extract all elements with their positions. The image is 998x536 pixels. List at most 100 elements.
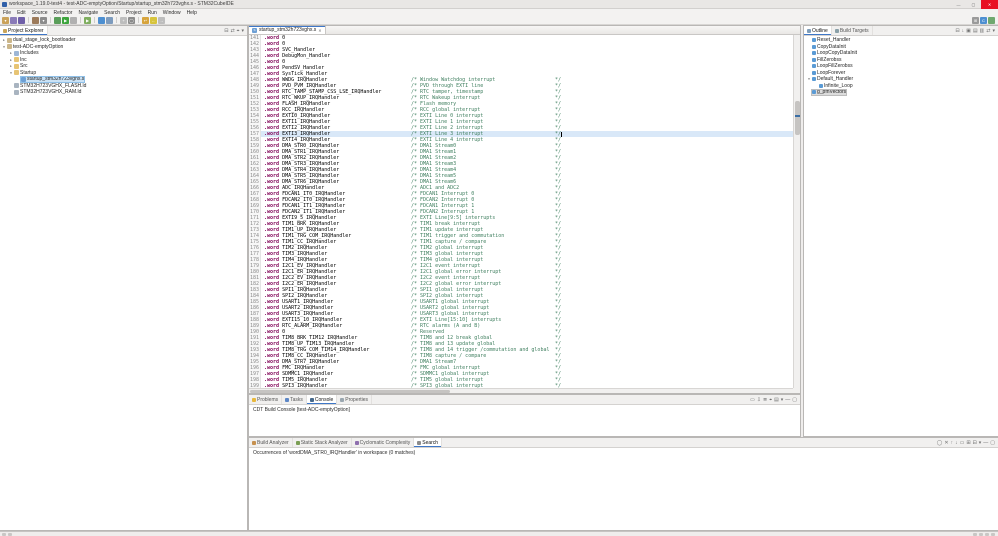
toolbar-perspectives: ⊞ C bbox=[972, 16, 998, 24]
menu-help[interactable]: Help bbox=[184, 10, 200, 16]
remove-matches-icon[interactable]: ▭ bbox=[959, 438, 966, 448]
maximize-button[interactable]: ▢ bbox=[966, 0, 981, 9]
device-configuration-tool-icon[interactable] bbox=[98, 16, 105, 24]
minimize-button[interactable]: — bbox=[951, 0, 966, 9]
menu-window[interactable]: Window bbox=[160, 10, 184, 16]
build-icon[interactable] bbox=[32, 16, 39, 24]
editor-vertical-scrollbar[interactable] bbox=[793, 35, 800, 388]
analyzer-toolbar: ◯ ✕ ↑ ↓ ▭ ⊞ ⊟ ▾ — ▢ bbox=[936, 438, 998, 447]
background-jobs-icon[interactable] bbox=[985, 532, 989, 536]
run-search-again-icon[interactable]: ◯ bbox=[936, 438, 944, 448]
menu-source[interactable]: Source bbox=[29, 10, 51, 16]
tab-outline[interactable]: Outline bbox=[804, 26, 832, 35]
run-icon[interactable]: ▶ bbox=[62, 16, 69, 24]
hide-non-public-members-icon[interactable]: ▥ bbox=[979, 26, 986, 36]
status-bar-right bbox=[973, 532, 998, 536]
tab-search[interactable]: Search bbox=[414, 438, 443, 447]
last-edit-location-icon[interactable]: ↩ bbox=[142, 16, 149, 24]
view-menu-icon[interactable]: ▾ bbox=[991, 26, 996, 36]
tab-console[interactable]: Console bbox=[306, 395, 338, 404]
tab-label: Static Stack Analyzer bbox=[300, 439, 348, 446]
editor-tab[interactable]: S startup_stm32h723vghx.s ✕ bbox=[249, 26, 326, 34]
save-all-icon[interactable] bbox=[18, 16, 25, 24]
forward-icon[interactable]: → bbox=[158, 16, 165, 24]
tab-static-stack-analyzer[interactable]: Static Stack Analyzer bbox=[293, 438, 352, 447]
project-icon bbox=[7, 37, 12, 43]
open-perspective-icon[interactable]: ⊞ bbox=[972, 16, 979, 24]
console-output[interactable]: CDT Build Console [test-ADC-emptyOption] bbox=[249, 405, 800, 436]
hide-fields-icon[interactable]: ▣ bbox=[965, 26, 972, 36]
tab-properties[interactable]: Properties bbox=[337, 395, 373, 404]
code-area[interactable]: 141 .word 0 142 .word 0 143 .word SVC_Handler… bbox=[249, 35, 793, 388]
outline-item-g-pfnvectors[interactable]: g_pfnVectors bbox=[804, 89, 998, 96]
search-results[interactable]: Occurrences of 'wordDMA_STR0_IRQHandler'… bbox=[249, 448, 998, 530]
outline-item-label: Reset_Handler bbox=[817, 37, 851, 44]
outline-item-label: FillZerobss bbox=[817, 56, 842, 63]
outline-item-label: LoopForever bbox=[817, 69, 846, 76]
window-title: workspace_1.19.0-test4 - test-ADC-emptyO… bbox=[9, 0, 234, 7]
analyzer-header: Build Analyzer Static Stack Analyzer Cyclo… bbox=[249, 438, 998, 448]
tab-build-targets[interactable]: Build Targets bbox=[832, 26, 873, 35]
menu-run[interactable]: Run bbox=[145, 10, 160, 16]
console-header: Problems Tasks Console Properties ▭ ⇩ ≣ ⌖ ▤ ▾ — ▢ bbox=[249, 395, 800, 405]
new-wizard-icon[interactable]: ▾ bbox=[2, 16, 9, 24]
tree-item-stm32h723vghx-ram-ld[interactable]: STM32H723VGHX_RAM.ld bbox=[0, 89, 247, 96]
horizontal-scrollbar-thumb[interactable] bbox=[250, 390, 450, 393]
debug-icon[interactable] bbox=[54, 16, 61, 24]
search-icon[interactable]: ◯ bbox=[128, 16, 135, 24]
folder-icon bbox=[14, 57, 19, 63]
minimize-view-icon[interactable]: — bbox=[784, 395, 791, 405]
menu-edit[interactable]: Edit bbox=[14, 10, 29, 16]
tab-project-explorer[interactable]: Project Explorer bbox=[0, 26, 48, 35]
vertical-scrollbar-thumb[interactable] bbox=[795, 101, 800, 135]
tree-item-label: Src bbox=[20, 63, 28, 70]
outline-item-label: CopyDataInit bbox=[817, 43, 846, 50]
label-symbol-icon bbox=[812, 64, 816, 69]
menu-project[interactable]: Project bbox=[123, 10, 145, 16]
tab-tasks[interactable]: Tasks bbox=[282, 395, 307, 404]
tree-item-label: STM32H723VGHX_RAM.ld bbox=[20, 89, 82, 96]
back-icon[interactable]: ← bbox=[150, 16, 157, 24]
tab-problems[interactable]: Problems bbox=[249, 395, 283, 404]
maximize-view-icon[interactable]: ▢ bbox=[989, 438, 996, 448]
menu-navigate[interactable]: Navigate bbox=[75, 10, 101, 16]
analyzer-tabs: Build Analyzer Static Stack Analyzer Cyclo… bbox=[249, 438, 443, 447]
clear-console-icon[interactable]: ▭ bbox=[749, 395, 756, 405]
tab-cyclomatic-complexity[interactable]: Cyclomatic Complexity bbox=[352, 438, 415, 447]
editor-status-icon[interactable] bbox=[2, 532, 6, 536]
menu-search[interactable]: Search bbox=[101, 10, 123, 16]
minimize-view-icon[interactable]: — bbox=[982, 438, 989, 448]
build-all-icon[interactable]: ▾ bbox=[40, 16, 47, 24]
notifications-icon[interactable] bbox=[991, 532, 995, 536]
tab-build-analyzer[interactable]: Build Analyzer bbox=[249, 438, 293, 447]
tab-label: Tasks bbox=[290, 396, 303, 403]
hide-static-members-icon[interactable]: ▤ bbox=[972, 26, 979, 36]
smart-insert-icon[interactable] bbox=[8, 532, 12, 536]
tree-item-label: Startup bbox=[20, 69, 37, 76]
toolbar-separator bbox=[116, 17, 117, 23]
view-menu-icon[interactable]: ▾ bbox=[240, 26, 245, 36]
tab-label: Cyclomatic Complexity bbox=[359, 439, 411, 446]
display-selected-console-icon[interactable]: ▤ bbox=[773, 395, 780, 405]
progress-icon[interactable] bbox=[979, 532, 983, 536]
folder-icon bbox=[14, 70, 19, 76]
analyzer-panel: Build Analyzer Static Stack Analyzer Cyclo… bbox=[248, 437, 998, 531]
menu-file[interactable]: File bbox=[0, 10, 14, 16]
tab-close-icon[interactable]: ✕ bbox=[318, 28, 321, 33]
tab-label: Outline bbox=[812, 27, 828, 34]
editor-horizontal-scrollbar[interactable] bbox=[249, 388, 793, 393]
search-view-icon bbox=[417, 440, 422, 445]
save-icon[interactable] bbox=[10, 16, 17, 24]
menu-refactor[interactable]: Refactor bbox=[51, 10, 76, 16]
new-file-icon[interactable]: + bbox=[120, 16, 127, 24]
overview-ruler-cursor-marker[interactable] bbox=[795, 115, 800, 117]
heap-status-icon[interactable] bbox=[973, 532, 977, 536]
sfr-view-icon[interactable] bbox=[106, 16, 113, 24]
close-button[interactable]: ✕ bbox=[981, 0, 998, 9]
external-tools-icon[interactable]: ▶ bbox=[84, 16, 91, 24]
maximize-view-icon[interactable]: ▢ bbox=[791, 395, 798, 405]
profile-icon[interactable] bbox=[70, 16, 77, 24]
debug-perspective-icon[interactable] bbox=[988, 16, 995, 24]
project-tree: ▸ dual_stage_lock_bootloader ▾ test-ADC-emp… bbox=[0, 36, 247, 530]
cpp-perspective-icon[interactable]: C bbox=[980, 16, 987, 24]
